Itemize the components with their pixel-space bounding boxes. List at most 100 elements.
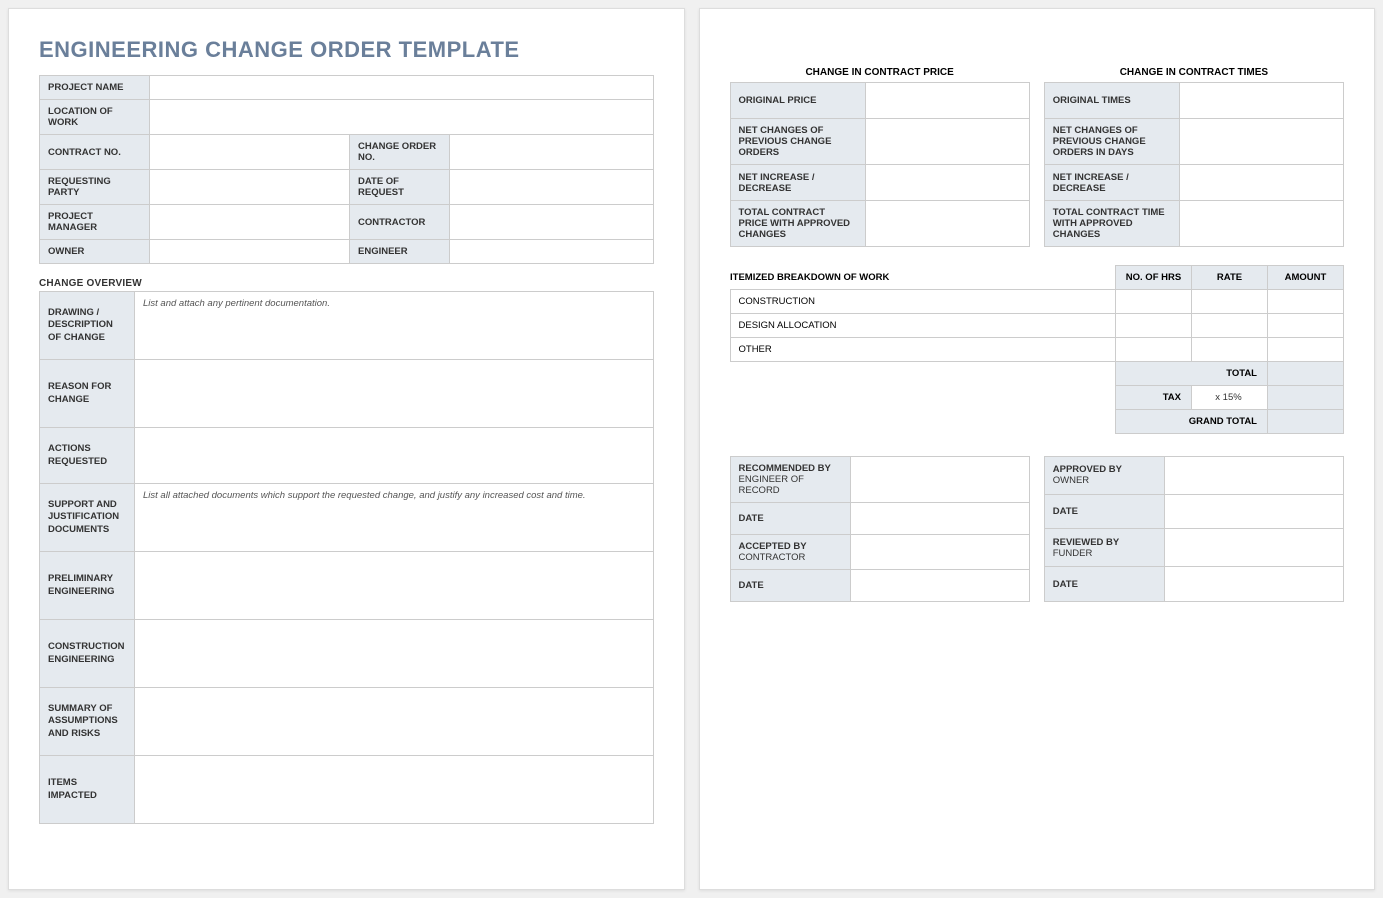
label-location: LOCATION OF WORK bbox=[40, 100, 150, 135]
header-table: PROJECT NAME LOCATION OF WORK CONTRACT N… bbox=[39, 75, 654, 264]
col-hrs: NO. OF HRS bbox=[1116, 266, 1192, 290]
input-engineer[interactable] bbox=[450, 240, 654, 264]
label-net-inc-price: NET INCREASE / DECREASE bbox=[730, 165, 865, 201]
input-net-inc-times[interactable] bbox=[1179, 165, 1343, 201]
breakdown-table: ITEMIZED BREAKDOWN OF WORK NO. OF HRS RA… bbox=[730, 265, 1345, 434]
label-summary: SUMMARY OF ASSUMPTIONS AND RISKS bbox=[40, 688, 135, 756]
label-change-order-no: CHANGE ORDER NO. bbox=[350, 135, 450, 170]
label-drawing: DRAWING / DESCRIPTION OF CHANGE bbox=[40, 292, 135, 360]
cell-total[interactable] bbox=[1268, 362, 1344, 386]
input-date-3[interactable] bbox=[1164, 494, 1343, 529]
times-title: CHANGE IN CONTRACT TIMES bbox=[1044, 67, 1344, 78]
input-support[interactable]: List all attached documents which suppor… bbox=[135, 484, 654, 552]
col-amount: AMOUNT bbox=[1268, 266, 1344, 290]
cell-amount[interactable] bbox=[1268, 314, 1344, 338]
label-date-3: DATE bbox=[1044, 494, 1164, 529]
page-2: CHANGE IN CONTRACT PRICE ORIGINAL PRICE … bbox=[699, 8, 1376, 890]
row-design: DESIGN ALLOCATION bbox=[730, 314, 1116, 338]
input-net-inc-price[interactable] bbox=[865, 165, 1029, 201]
input-contractor[interactable] bbox=[450, 205, 654, 240]
input-change-order-no[interactable] bbox=[450, 135, 654, 170]
input-items-impacted[interactable] bbox=[135, 756, 654, 824]
label-net-changes-price: NET CHANGES OF PREVIOUS CHANGE ORDERS bbox=[730, 119, 865, 165]
label-orig-times: ORIGINAL TIMES bbox=[1044, 83, 1179, 119]
cell-hrs[interactable] bbox=[1116, 338, 1192, 362]
input-owner[interactable] bbox=[150, 240, 350, 264]
label-date-2: DATE bbox=[730, 570, 850, 602]
input-drawing[interactable]: List and attach any pertinent documentat… bbox=[135, 292, 654, 360]
input-construction-eng[interactable] bbox=[135, 620, 654, 688]
overview-title: CHANGE OVERVIEW bbox=[39, 278, 654, 289]
label-grand-total: GRAND TOTAL bbox=[1116, 410, 1268, 434]
input-reason[interactable] bbox=[135, 360, 654, 428]
label-total-times: TOTAL CONTRACT TIME WITH APPROVED CHANGE… bbox=[1044, 201, 1179, 247]
cell-rate[interactable] bbox=[1192, 290, 1268, 314]
label-contract-no: CONTRACT NO. bbox=[40, 135, 150, 170]
input-orig-price[interactable] bbox=[865, 83, 1029, 119]
row-other: OTHER bbox=[730, 338, 1116, 362]
label-orig-price: ORIGINAL PRICE bbox=[730, 83, 865, 119]
cell-tax[interactable] bbox=[1268, 386, 1344, 410]
input-pm[interactable] bbox=[150, 205, 350, 240]
input-contract-no[interactable] bbox=[150, 135, 350, 170]
label-requesting-party: REQUESTING PARTY bbox=[40, 170, 150, 205]
times-table: ORIGINAL TIMES NET CHANGES OF PREVIOUS C… bbox=[1044, 82, 1344, 247]
input-date-2[interactable] bbox=[850, 570, 1029, 602]
breakdown-title: ITEMIZED BREAKDOWN OF WORK bbox=[730, 266, 1116, 290]
input-location[interactable] bbox=[150, 100, 654, 135]
label-total: TOTAL bbox=[1116, 362, 1268, 386]
table-row: OTHER bbox=[730, 338, 1344, 362]
label-tax: TAX bbox=[1116, 386, 1192, 410]
price-table: ORIGINAL PRICE NET CHANGES OF PREVIOUS C… bbox=[730, 82, 1030, 247]
label-items-impacted: ITEMS IMPACTED bbox=[40, 756, 135, 824]
price-title: CHANGE IN CONTRACT PRICE bbox=[730, 67, 1030, 78]
label-support: SUPPORT AND JUSTIFICATION DOCUMENTS bbox=[40, 484, 135, 552]
cell-tax-rate[interactable]: x 15% bbox=[1192, 386, 1268, 410]
label-date-1: DATE bbox=[730, 503, 850, 535]
input-project-name[interactable] bbox=[150, 76, 654, 100]
label-reviewed: REVIEWED BYFUNDER bbox=[1044, 529, 1164, 567]
input-net-changes-times[interactable] bbox=[1179, 119, 1343, 165]
input-prelim[interactable] bbox=[135, 552, 654, 620]
cell-amount[interactable] bbox=[1268, 290, 1344, 314]
input-date-request[interactable] bbox=[450, 170, 654, 205]
input-net-changes-price[interactable] bbox=[865, 119, 1029, 165]
input-requesting-party[interactable] bbox=[150, 170, 350, 205]
overview-table: DRAWING / DESCRIPTION OF CHANGE List and… bbox=[39, 291, 654, 824]
cell-amount[interactable] bbox=[1268, 338, 1344, 362]
input-reviewed[interactable] bbox=[1164, 529, 1343, 567]
label-approved: APPROVED BYOWNER bbox=[1044, 457, 1164, 495]
cell-hrs[interactable] bbox=[1116, 290, 1192, 314]
input-total-times[interactable] bbox=[1179, 201, 1343, 247]
label-pm: PROJECT MANAGER bbox=[40, 205, 150, 240]
input-date-1[interactable] bbox=[850, 503, 1029, 535]
input-recommended[interactable] bbox=[850, 457, 1029, 503]
input-summary[interactable] bbox=[135, 688, 654, 756]
input-orig-times[interactable] bbox=[1179, 83, 1343, 119]
label-prelim: PRELIMINARY ENGINEERING bbox=[40, 552, 135, 620]
input-total-price[interactable] bbox=[865, 201, 1029, 247]
cell-rate[interactable] bbox=[1192, 314, 1268, 338]
sig-left: RECOMMENDED BYENGINEER OF RECORD DATE AC… bbox=[730, 456, 1030, 602]
input-date-4[interactable] bbox=[1164, 567, 1343, 602]
label-owner: OWNER bbox=[40, 240, 150, 264]
cell-grand-total[interactable] bbox=[1268, 410, 1344, 434]
label-reason: REASON FOR CHANGE bbox=[40, 360, 135, 428]
input-accepted[interactable] bbox=[850, 535, 1029, 570]
label-date-4: DATE bbox=[1044, 567, 1164, 602]
input-actions[interactable] bbox=[135, 428, 654, 484]
label-construction-eng: CONSTRUCTION ENGINEERING bbox=[40, 620, 135, 688]
label-contractor: CONTRACTOR bbox=[350, 205, 450, 240]
page-1: ENGINEERING CHANGE ORDER TEMPLATE PROJEC… bbox=[8, 8, 685, 890]
cell-hrs[interactable] bbox=[1116, 314, 1192, 338]
table-row: DESIGN ALLOCATION bbox=[730, 314, 1344, 338]
label-engineer: ENGINEER bbox=[350, 240, 450, 264]
col-rate: RATE bbox=[1192, 266, 1268, 290]
cell-rate[interactable] bbox=[1192, 338, 1268, 362]
label-net-changes-times: NET CHANGES OF PREVIOUS CHANGE ORDERS IN… bbox=[1044, 119, 1179, 165]
row-construction: CONSTRUCTION bbox=[730, 290, 1116, 314]
label-actions: ACTIONS REQUESTED bbox=[40, 428, 135, 484]
label-net-inc-times: NET INCREASE / DECREASE bbox=[1044, 165, 1179, 201]
label-project-name: PROJECT NAME bbox=[40, 76, 150, 100]
input-approved[interactable] bbox=[1164, 457, 1343, 495]
